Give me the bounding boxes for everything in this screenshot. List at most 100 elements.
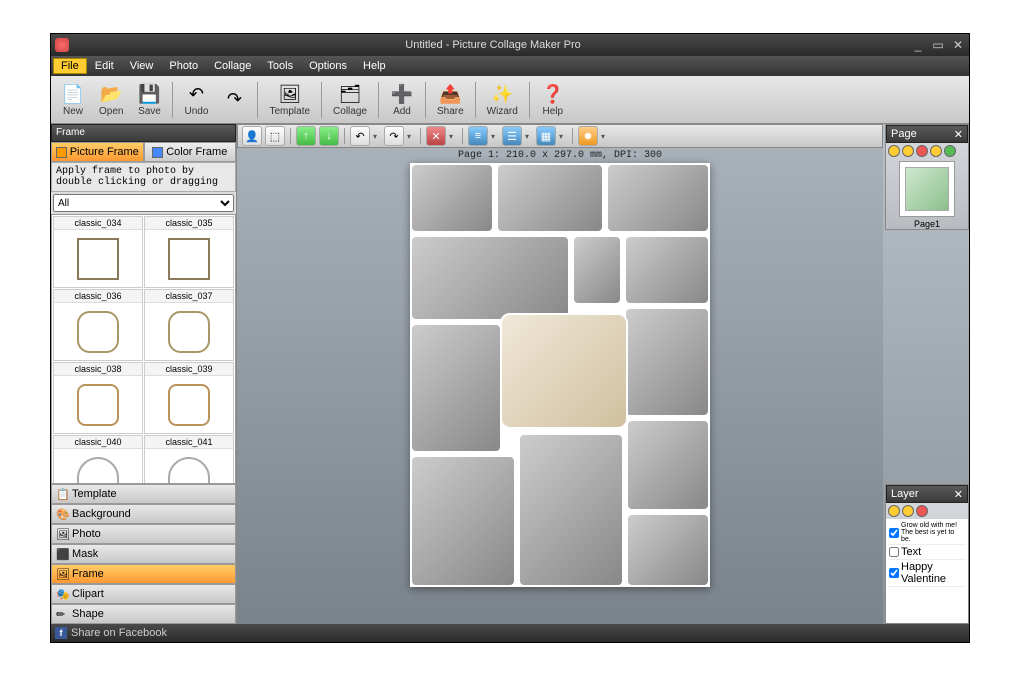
select-tool[interactable]: 👤	[242, 126, 262, 146]
layer-down-button[interactable]	[902, 505, 914, 517]
arrange-button[interactable]: ▦	[536, 126, 556, 146]
effects-button[interactable]: ✹	[578, 126, 598, 146]
page-nav-button[interactable]	[930, 145, 942, 157]
layer-panel: Layer✕ Grow old with me! The best is yet…	[885, 484, 969, 624]
frame-grid[interactable]: classic_034 classic_035 classic_036 clas…	[51, 214, 236, 484]
frame-item[interactable]: classic_037	[144, 289, 234, 361]
layer-visible-checkbox[interactable]	[889, 568, 899, 578]
rotate-left-button[interactable]: ↶	[350, 126, 370, 146]
layer-item[interactable]: Happy Valentine	[888, 560, 966, 587]
facebook-icon[interactable]: f	[55, 627, 67, 639]
open-button[interactable]: 📂Open	[93, 80, 129, 119]
menu-help[interactable]: Help	[355, 58, 394, 74]
down-button[interactable]: ↓	[319, 126, 339, 146]
menu-view[interactable]: View	[122, 58, 162, 74]
minimize-button[interactable]: _	[911, 38, 925, 52]
close-icon[interactable]: ✕	[954, 488, 963, 501]
layer-panel-header: Layer✕	[886, 485, 968, 503]
collage-photo[interactable]	[626, 419, 710, 511]
picture-frame-tab[interactable]: Picture Frame	[51, 142, 144, 162]
frame-item[interactable]: classic_036	[53, 289, 143, 361]
dropdown-icon[interactable]: ▾	[407, 132, 415, 141]
new-button[interactable]: 📄New	[55, 80, 91, 119]
redo-icon: ↷	[222, 88, 246, 112]
page-delete-button[interactable]	[916, 145, 928, 157]
collage-photo[interactable]	[606, 163, 710, 233]
page-nav-button[interactable]	[902, 145, 914, 157]
collage-photo[interactable]	[410, 455, 516, 587]
collage-photo[interactable]	[518, 433, 624, 587]
toolbar-sep	[378, 82, 379, 118]
share-button[interactable]: 📤Share	[431, 80, 470, 119]
dropdown-icon[interactable]: ▾	[601, 132, 609, 141]
menu-tools[interactable]: Tools	[259, 58, 301, 74]
layer-up-button[interactable]	[888, 505, 900, 517]
collage-photo[interactable]	[410, 323, 502, 453]
frame-item[interactable]: classic_034	[53, 216, 143, 288]
add-button[interactable]: ➕Add	[384, 80, 420, 119]
acc-photo[interactable]: 🖼Photo	[51, 524, 236, 544]
collage-photo[interactable]	[624, 235, 710, 305]
menu-edit[interactable]: Edit	[87, 58, 122, 74]
crop-tool[interactable]: ⬚	[265, 126, 285, 146]
close-button[interactable]: ✕	[951, 38, 965, 52]
dropdown-icon[interactable]: ▾	[373, 132, 381, 141]
frame-filter-select[interactable]: All	[53, 194, 234, 212]
collage-button[interactable]: 🗂Collage	[327, 80, 373, 119]
layer-delete-button[interactable]	[916, 505, 928, 517]
frame-item[interactable]: classic_038	[53, 362, 143, 434]
color-frame-tab[interactable]: Color Frame	[144, 142, 237, 162]
statusbar: f Share on Facebook	[51, 624, 969, 642]
up-button[interactable]: ↑	[296, 126, 316, 146]
frame-item[interactable]: classic_040	[53, 435, 143, 484]
collage-photo-center[interactable]	[500, 313, 628, 429]
undo-button[interactable]: ↶Undo	[178, 80, 214, 119]
page-add-button[interactable]	[944, 145, 956, 157]
frame-item[interactable]: classic_039	[144, 362, 234, 434]
redo-button[interactable]: ↷	[216, 86, 252, 114]
save-icon: 💾	[137, 82, 161, 106]
collage-photo[interactable]	[572, 235, 622, 305]
frame-item[interactable]: classic_041	[144, 435, 234, 484]
layer-visible-checkbox[interactable]	[889, 547, 899, 557]
menu-collage[interactable]: Collage	[206, 58, 259, 74]
close-icon[interactable]: ✕	[954, 128, 963, 141]
menu-options[interactable]: Options	[301, 58, 355, 74]
acc-background[interactable]: 🎨Background	[51, 504, 236, 524]
collage-photo[interactable]	[410, 163, 494, 233]
dropdown-icon[interactable]: ▾	[559, 132, 567, 141]
menu-photo[interactable]: Photo	[161, 58, 206, 74]
dropdown-icon[interactable]: ▾	[491, 132, 499, 141]
help-button[interactable]: ❓Help	[535, 80, 571, 119]
layer-item[interactable]: Grow old with me! The best is yet to be.	[888, 521, 966, 545]
dropdown-icon[interactable]: ▾	[449, 132, 457, 141]
collage-photo[interactable]	[626, 513, 710, 587]
wizard-button[interactable]: ✨Wizard	[481, 80, 524, 119]
delete-button[interactable]: ✕	[426, 126, 446, 146]
canvas-area[interactable]: Page 1: 210.0 x 297.0 mm, DPI: 300	[237, 148, 883, 624]
acc-mask[interactable]: ⬛Mask	[51, 544, 236, 564]
dropdown-icon[interactable]: ▾	[525, 132, 533, 141]
acc-frame[interactable]: 🖼Frame	[51, 564, 236, 584]
maximize-button[interactable]: ▭	[931, 38, 945, 52]
acc-template[interactable]: 📋Template	[51, 484, 236, 504]
acc-shape[interactable]: ✏Shape	[51, 604, 236, 624]
layer-visible-checkbox[interactable]	[889, 528, 899, 538]
align-button[interactable]: ≡	[468, 126, 488, 146]
distribute-button[interactable]: ☰	[502, 126, 522, 146]
frame-item[interactable]: classic_035	[144, 216, 234, 288]
menu-file[interactable]: File	[53, 58, 87, 74]
save-button[interactable]: 💾Save	[131, 80, 167, 119]
layer-list[interactable]: Grow old with me! The best is yet to be.…	[886, 519, 968, 623]
layer-item[interactable]: Text	[888, 545, 966, 560]
collage-photo[interactable]	[496, 163, 604, 233]
collage-photo[interactable]	[624, 307, 710, 417]
rotate-right-button[interactable]: ↷	[384, 126, 404, 146]
collage-photo[interactable]	[410, 235, 570, 321]
collage-page[interactable]	[410, 163, 710, 587]
share-facebook-link[interactable]: Share on Facebook	[71, 627, 167, 639]
acc-clipart[interactable]: 🎭Clipart	[51, 584, 236, 604]
page-nav-button[interactable]	[888, 145, 900, 157]
page-thumbnail[interactable]	[899, 161, 955, 217]
template-button[interactable]: 🖼Template	[263, 80, 316, 119]
